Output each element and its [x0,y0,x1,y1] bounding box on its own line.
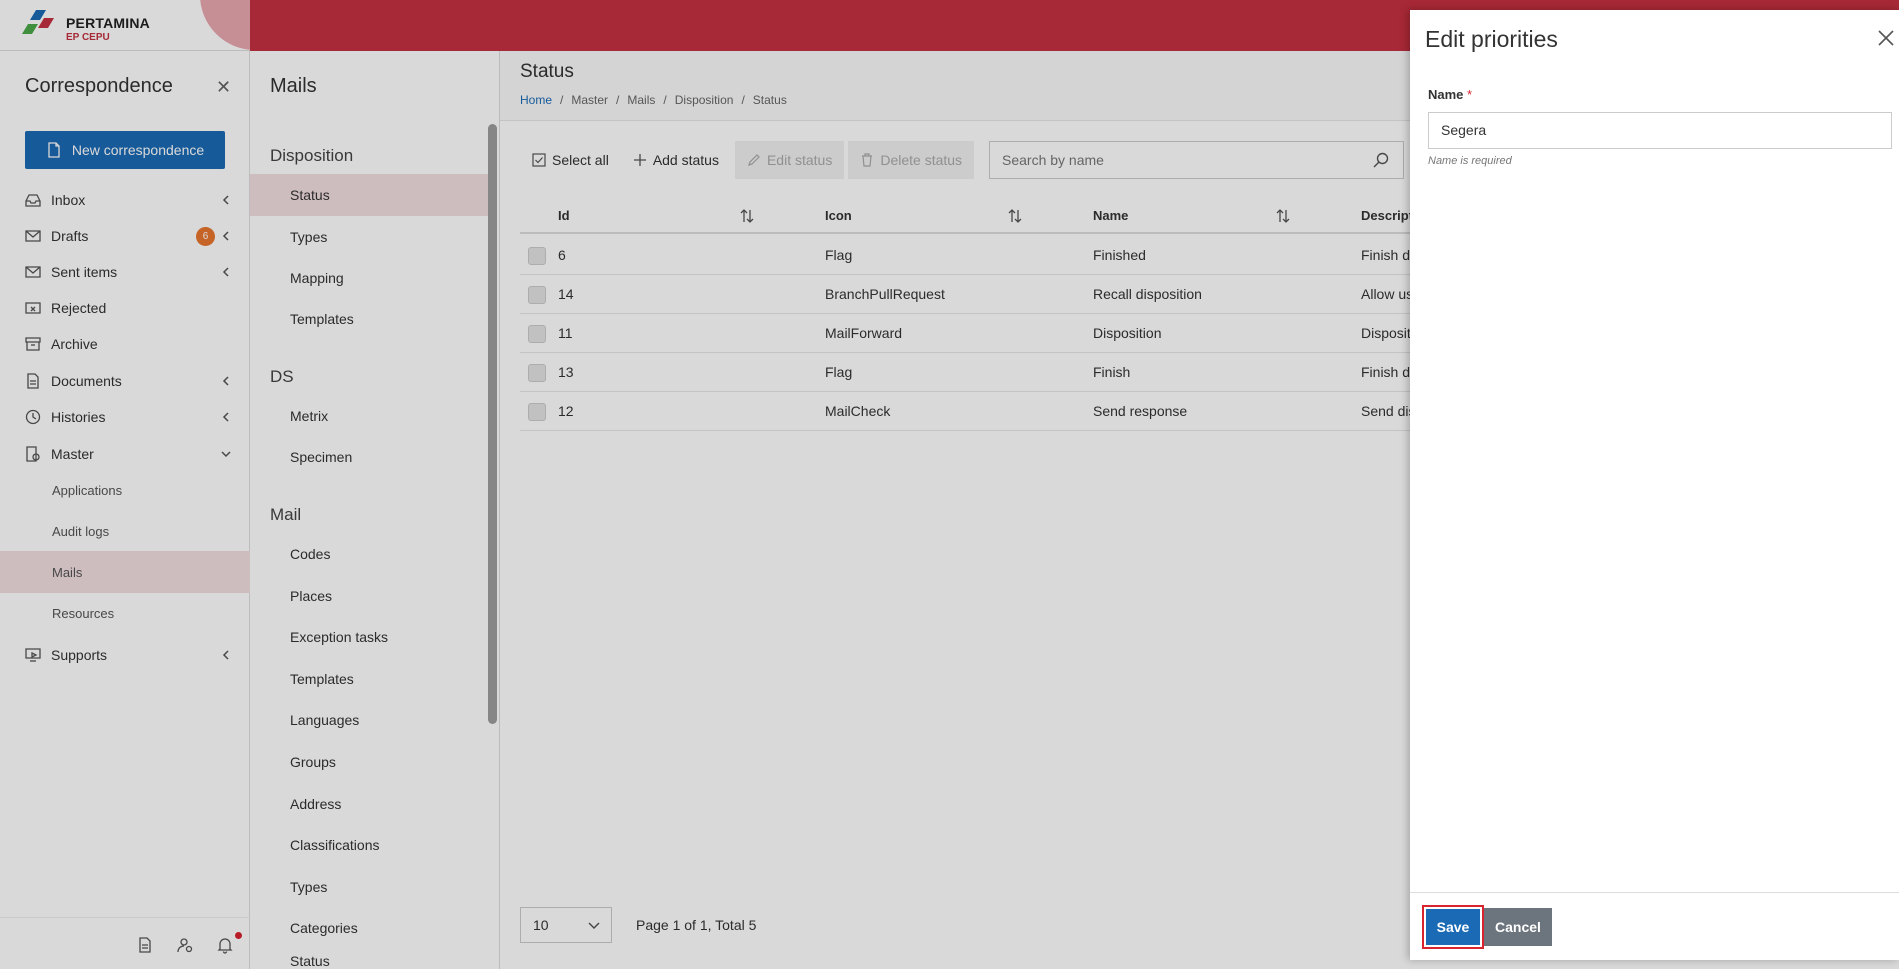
save-button-highlight: Save [1422,905,1484,949]
drawer-footer-divider [1410,892,1899,893]
name-field-label: Name * [1428,87,1472,102]
drawer-title: Edit priorities [1425,26,1558,52]
edit-priorities-drawer: Edit priorities Name * Segera Name is re… [1410,10,1899,960]
name-label-text: Name [1428,87,1464,102]
save-button[interactable]: Save [1426,909,1480,945]
required-marker: * [1467,87,1473,102]
close-icon[interactable] [1876,28,1896,48]
cancel-button[interactable]: Cancel [1484,908,1552,946]
name-hint: Name is required [1428,155,1512,167]
name-input[interactable]: Segera [1428,112,1892,149]
